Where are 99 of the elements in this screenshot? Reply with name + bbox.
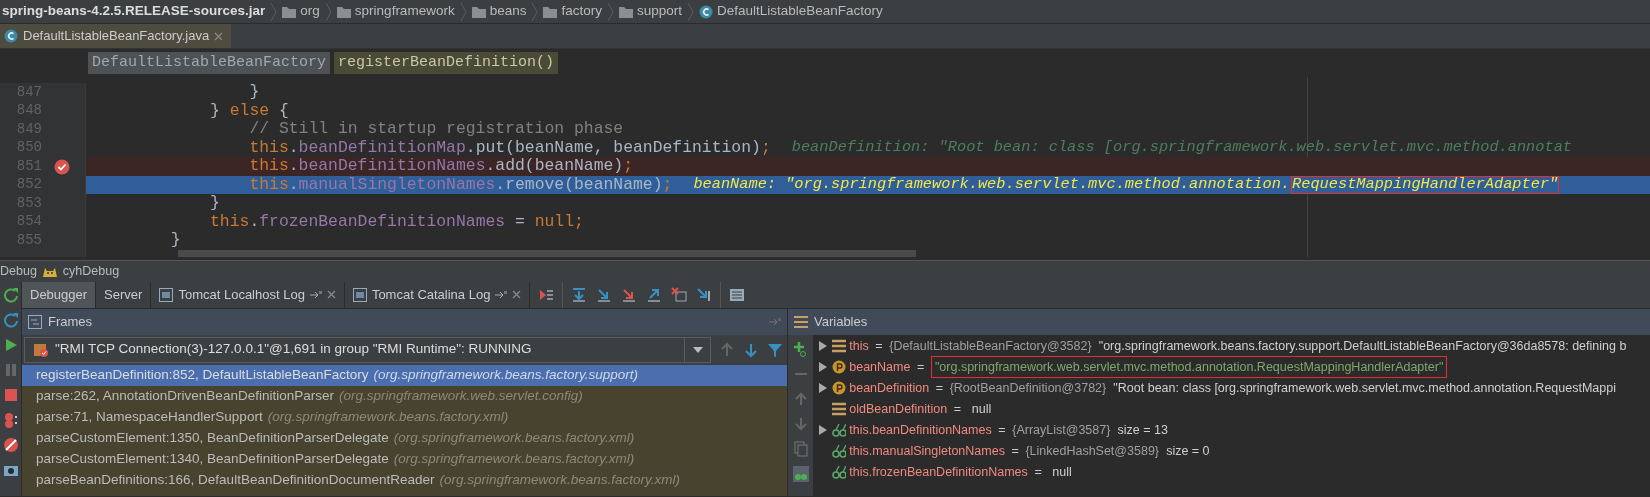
- expand-arrow-icon[interactable]: [819, 362, 827, 372]
- breadcrumb-item[interactable]: springframework: [354, 1, 455, 22]
- debugger-tab[interactable]: Debugger: [22, 281, 97, 308]
- watches-toggle-icon[interactable]: [792, 465, 809, 482]
- dropdown-caret-icon[interactable]: [692, 346, 703, 353]
- breakpoints-icon[interactable]: [2, 411, 19, 428]
- inline-value-hint: beanDefinition: "Root bean: class [org.springframework.web.servlet.mvc.method.annotat: [790, 138, 1573, 157]
- breadcrumb-item[interactable]: support: [636, 1, 682, 22]
- stack-frame-item[interactable]: parse:262, AnnotationDrivenBeanDefinitionParser (org.springframework.web.servlet.config): [22, 385, 787, 407]
- file-tab[interactable]: DefaultListableBeanFactory.java: [0, 24, 232, 48]
- debugger-tab[interactable]: Tomcat Localhost Log: [151, 281, 345, 308]
- console-icon: [352, 287, 367, 302]
- rerun-icon[interactable]: [2, 286, 19, 303]
- code-line: this.beanDefinitionNames.add(beanName);: [248, 157, 634, 176]
- expand-arrow-icon[interactable]: [819, 383, 827, 393]
- code-line: this.beanDefinitionMap.put(beanName, beanDefinition);: [248, 138, 771, 157]
- drop-frame-icon[interactable]: [671, 286, 688, 303]
- list-icon: [794, 315, 808, 328]
- run-to-cursor-icon[interactable]: [696, 286, 713, 303]
- new-watch-icon[interactable]: [792, 340, 809, 357]
- variable-entry[interactable]: this = {DefaultListableBeanFactory@3582} "org.springframework.beans.factory.support.DefaultListableBeanFactory@36da8578: defining b: [814, 334, 1631, 358]
- breadcrumb-item[interactable]: org: [300, 1, 320, 22]
- panel-title: Frames: [48, 312, 93, 331]
- watch-icon: [832, 444, 847, 458]
- variable-entry[interactable]: this.beanDefinitionNames = {ArrayList@3587} size = 13: [814, 418, 1172, 442]
- debugger-tab[interactable]: Tomcat Catalina Log: [344, 281, 531, 308]
- step-into-icon[interactable]: [596, 286, 613, 303]
- chevron-icon: [531, 1, 539, 22]
- variable-entry[interactable]: beanDefinition = {RootBeanDefinition@3782} "Root bean: class [org.springframework.web.servlet.mvc.method.annotation.RequestMappi: [814, 376, 1620, 400]
- stack-frame-item[interactable]: parseBeanDefinitions:166, DefaultBeanDefinitionDocumentReader (org.springframework.beans.factory.xml): [22, 469, 787, 491]
- chevron-icon: [459, 1, 467, 22]
- stack-frame-item[interactable]: parse:71, NamespaceHandlerSupport (org.springframework.beans.factory.xml): [22, 406, 787, 428]
- folder-icon: [618, 5, 633, 18]
- watch-icon: [832, 465, 847, 479]
- pin-icon[interactable]: [495, 289, 508, 300]
- field-icon: [832, 339, 847, 353]
- watch-icon: [832, 423, 847, 437]
- chevron-icon: [324, 1, 332, 22]
- breadcrumb-item[interactable]: DefaultListableBeanFactory: [717, 1, 883, 22]
- class-icon: [699, 4, 713, 19]
- step-out-icon[interactable]: [646, 286, 663, 303]
- inline-value-hint: beanName: "org.springframework.web.servlet.mvc.method.annotation.RequestMappingHandlerAdapter": [692, 175, 1560, 194]
- expand-arrow-icon[interactable]: [819, 425, 827, 435]
- editor-breadcrumb[interactable]: DefaultListableBeanFactory: [88, 52, 331, 74]
- chevron-icon: [270, 1, 278, 22]
- parameter-icon: [832, 381, 847, 395]
- pin-icon[interactable]: [769, 317, 781, 328]
- copy-icon[interactable]: [792, 440, 809, 457]
- evaluate-expression-icon[interactable]: [729, 286, 746, 303]
- thread-icon: [33, 341, 49, 358]
- code-line: this.manualSingletonNames.remove(beanName);: [248, 175, 673, 194]
- parameter-icon: [832, 360, 847, 374]
- code-line: }: [209, 194, 220, 213]
- run-configuration-name: cyhDebug: [62, 262, 120, 280]
- breakpoint-icon[interactable]: [54, 158, 70, 175]
- editor-breadcrumb[interactable]: registerBeanDefinition(): [334, 52, 559, 74]
- field-icon: [832, 402, 847, 416]
- refresh-icon[interactable]: [2, 311, 19, 328]
- variable-entry[interactable]: this.manualSingletonNames = {LinkedHashSet@3589} size = 0: [814, 439, 1214, 463]
- stack-frame-item[interactable]: registerBeanDefinition:852, DefaultListableBeanFactory (org.springframework.beans.factory.support): [22, 364, 787, 386]
- move-down-icon[interactable]: [792, 415, 809, 432]
- tool-window-title: Debug: [0, 262, 37, 280]
- thread-dropdown[interactable]: "RMI TCP Connection(3)-127.0.0.1"@1,691 in group "RMI Runtime": RUNNING: [24, 336, 711, 363]
- close-icon[interactable]: [326, 290, 336, 299]
- breadcrumb-item[interactable]: spring-beans-4.2.5.RELEASE-sources.jar: [0, 1, 271, 22]
- code-line: // Still in startup registration phase: [248, 120, 624, 139]
- stack-frame-item[interactable]: parseCustomElement:1350, BeanDefinitionParserDelegate (org.springframework.beans.factory.xml): [22, 427, 787, 449]
- force-step-into-icon[interactable]: [621, 286, 638, 303]
- console-icon: [159, 287, 174, 302]
- horizontal-scrollbar[interactable]: [178, 249, 916, 257]
- up-arrow-icon[interactable]: [719, 341, 735, 358]
- down-arrow-icon[interactable]: [743, 341, 759, 358]
- panel-title: Variables: [814, 312, 868, 331]
- stop-icon[interactable]: [2, 386, 19, 403]
- code-line: }: [169, 231, 181, 250]
- frames-icon: [28, 314, 42, 329]
- folder-icon: [543, 5, 558, 18]
- code-line: } else {: [209, 101, 289, 120]
- expand-arrow-icon[interactable]: [819, 341, 827, 351]
- close-icon[interactable]: [214, 31, 224, 41]
- mute-breakpoints-icon[interactable]: [2, 436, 19, 453]
- chevron-icon: [687, 1, 694, 22]
- folder-icon: [471, 5, 486, 18]
- variable-entry[interactable]: oldBeanDefinition = null: [814, 397, 996, 421]
- code-line: this.frozenBeanDefinitionNames = null;: [209, 212, 584, 231]
- breadcrumb-item[interactable]: beans: [489, 1, 527, 22]
- stack-frame-item[interactable]: parseCustomElement:1340, BeanDefinitionParserDelegate (org.springframework.beans.factory.xml): [22, 448, 787, 470]
- close-icon[interactable]: [512, 290, 522, 299]
- variable-entry[interactable]: this.frozenBeanDefinitionNames = null: [814, 460, 1076, 484]
- filter-icon[interactable]: [767, 341, 783, 358]
- folder-icon: [282, 5, 297, 18]
- debugger-tab[interactable]: Server: [96, 281, 152, 308]
- folder-icon: [336, 5, 351, 18]
- step-over-icon[interactable]: [571, 286, 588, 303]
- pin-icon[interactable]: [309, 289, 322, 300]
- class-icon: [4, 29, 18, 43]
- breadcrumb-item[interactable]: factory: [561, 1, 602, 22]
- code-line: }: [248, 83, 260, 102]
- chevron-icon: [606, 1, 614, 22]
